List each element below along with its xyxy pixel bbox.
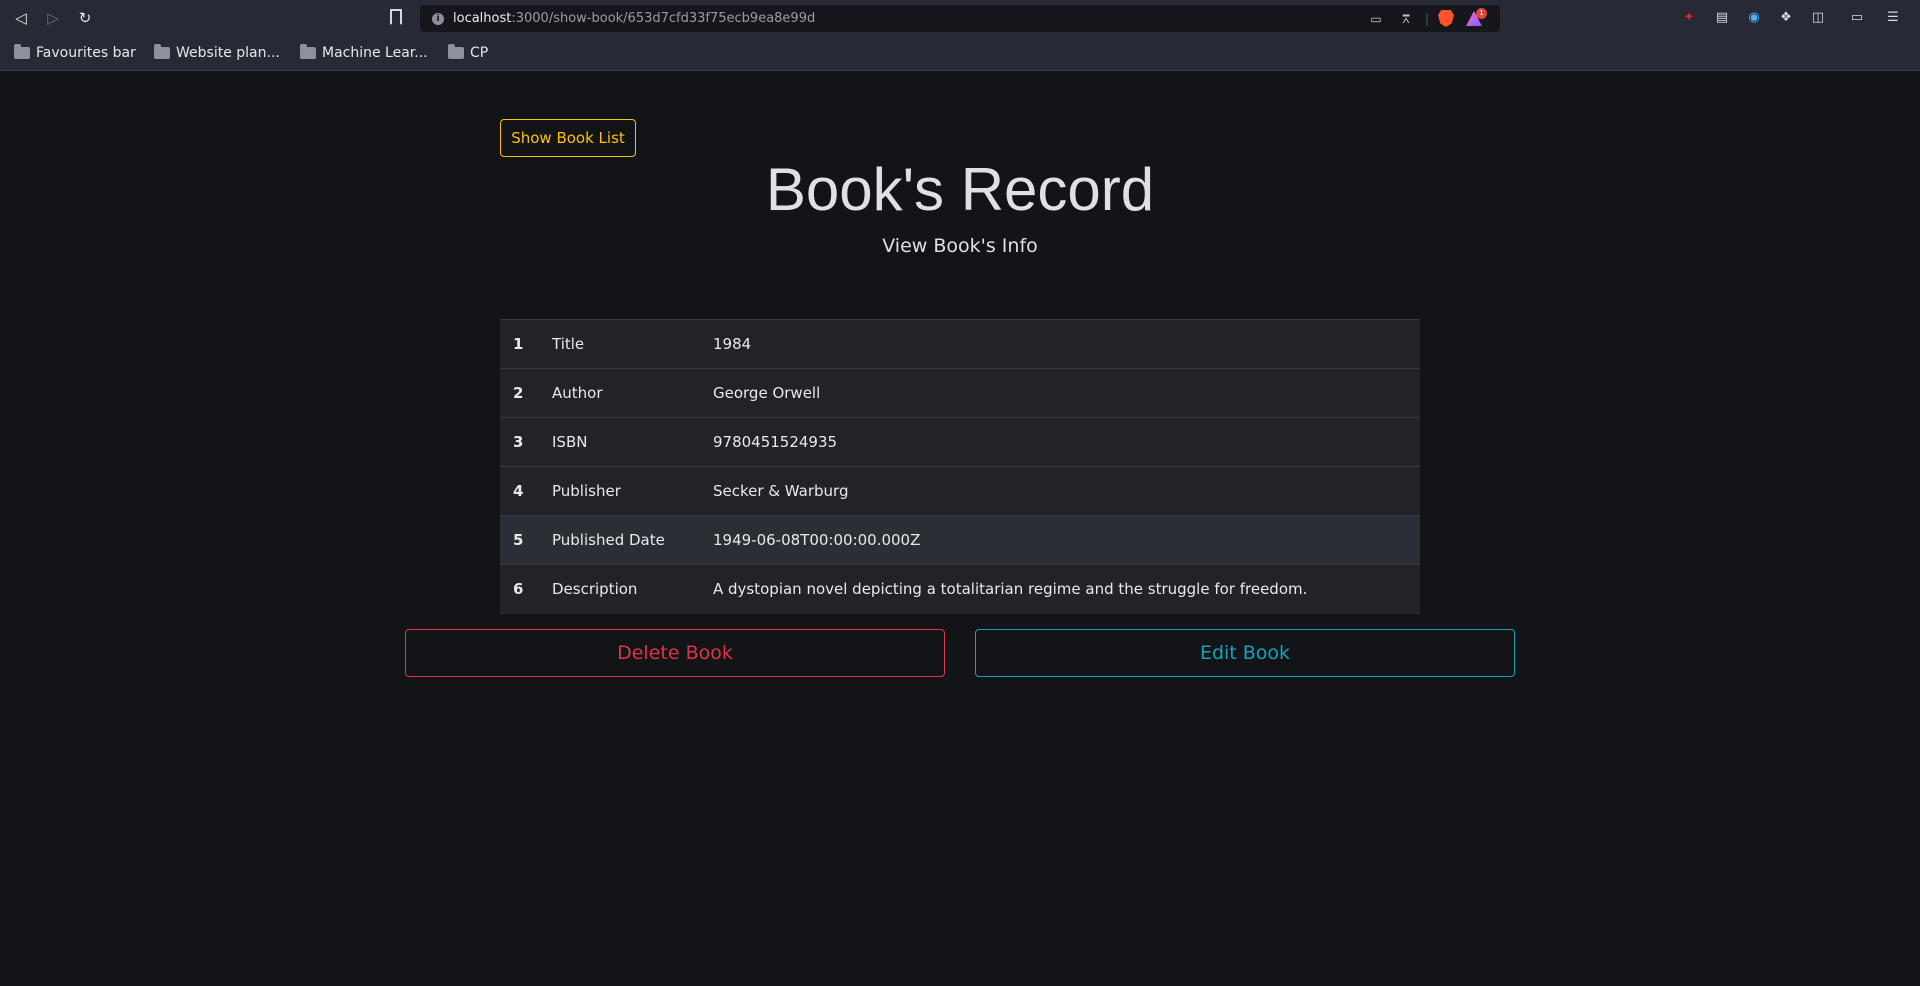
row-number: 6 [513,580,524,599]
share-icon[interactable]: ⩞ [1398,11,1414,27]
address-bar[interactable]: i localhost:3000/show-book/653d7cfd33f75… [420,5,1500,32]
pdf-extension-icon[interactable]: ✦ [1681,10,1697,26]
wallet-icon[interactable]: ▭ [1849,10,1865,26]
table-row: 6 Description A dystopian novel depictin… [500,564,1420,614]
cast-icon[interactable]: ▭ [1368,11,1384,27]
bookmark-label: Favourites bar [36,45,136,61]
table-row: 2 Author George Orwell [500,368,1420,418]
table-row-hovered: 5 Published Date 1949-06-08T00:00:00.000… [500,515,1420,565]
url-host: localhost [453,11,512,26]
browser-toolbar: ◁ ▷ ↻ i localhost:3000/show-book/653d7cf… [0,0,1920,36]
row-value: George Orwell [713,384,821,402]
table-row: 4 Publisher Secker & Warburg [500,466,1420,516]
bookmark-label: Machine Lear... [322,45,428,61]
folder-icon [448,44,464,59]
row-number: 5 [513,531,524,549]
brave-shields-icon[interactable] [1438,10,1454,27]
bookmark-icon[interactable] [390,9,402,25]
row-value: 1949-06-08T00:00:00.000Z [713,531,921,549]
extension-icon[interactable]: ▤ [1714,10,1730,26]
reload-icon[interactable]: ↻ [75,8,95,28]
table-row: 1 Title 1984 [500,319,1420,369]
delete-book-button[interactable]: Delete Book [405,629,945,677]
page-subtitle: View Book's Info [882,235,1038,257]
row-label: Title [552,335,585,353]
url-path: :3000/show-book/653d7cfd33f75ecb9ea8e99d [511,11,816,26]
forward-icon[interactable]: ▷ [43,8,63,28]
color-extension-icon[interactable]: ◉ [1746,10,1762,26]
bookmark-label: CP [470,45,489,61]
row-label: ISBN [552,433,588,451]
url-text[interactable]: localhost:3000/show-book/653d7cfd33f75ec… [453,5,815,32]
site-info-icon[interactable]: i [432,13,444,25]
back-icon[interactable]: ◁ [11,8,31,28]
folder-icon [14,44,30,59]
row-number: 3 [513,433,524,451]
folder-icon [300,44,316,59]
folder-icon [154,44,170,59]
row-number: 2 [513,384,524,402]
row-value: 1984 [713,335,752,353]
bookmark-label: Website plan... [176,45,280,61]
separator: | [1424,12,1430,26]
menu-icon[interactable]: ☰ [1885,10,1901,26]
bookmark-website-plan[interactable]: Website plan... [154,43,280,63]
bookmark-machine-learning[interactable]: Machine Lear... [300,43,428,63]
sidebar-icon[interactable]: ◫ [1810,10,1826,26]
edit-book-button[interactable]: Edit Book [975,629,1515,677]
puzzle-extensions-icon[interactable]: ❖ [1778,10,1794,26]
row-label: Description [552,580,638,599]
rewards-badge: 1 [1476,8,1487,19]
book-info-table: 1 Title 1984 2 Author George Orwell 3 IS… [500,319,1420,614]
bookmark-cp[interactable]: CP [448,43,488,63]
row-number: 4 [513,482,524,500]
bookmark-favourites-bar[interactable]: Favourites bar [14,43,136,63]
row-label: Author [552,384,603,402]
row-value: Secker & Warburg [713,482,849,500]
row-value: 9780451524935 [713,433,838,451]
bookmarks-bar: Favourites bar Website plan... Machine L… [0,36,1920,71]
row-value: A dystopian novel depicting a totalitari… [713,580,1308,599]
row-number: 1 [513,335,524,353]
page-title: Book's Record [765,156,1155,223]
row-label: Publisher [552,482,621,500]
table-row: 3 ISBN 9780451524935 [500,417,1420,467]
row-label: Published Date [552,531,665,549]
